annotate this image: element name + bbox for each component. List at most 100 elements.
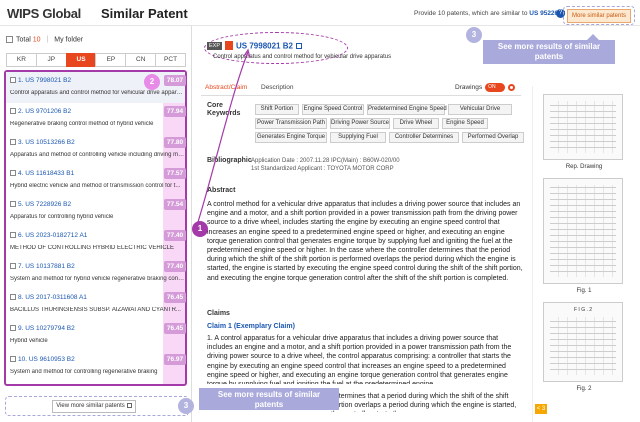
claims-label: Claims [207,310,230,317]
list-item[interactable]: 2. US 9701206 B2 77.94 Regenerative brakin… [6,103,186,134]
keyword-chip[interactable]: Engine Speed [442,118,488,129]
list-item-checkbox[interactable] [10,170,16,177]
tab-jp[interactable]: JP [35,53,66,67]
tab-ep[interactable]: EP [95,53,126,67]
fig-1-thumb[interactable] [543,178,623,284]
callout-3-badge-bottom: 3 [178,398,194,414]
rep-drawing-caption: Rep. Drawing [565,164,603,170]
list-item-number[interactable]: 2. US 9701206 B2 [10,108,71,115]
similarity-score: 77.57 [164,168,186,179]
exp-tag: EXP [207,41,223,50]
tab-cn[interactable]: CN [125,53,156,67]
similarity-score: 77.40 [164,261,186,272]
drawings-toggle[interactable]: ON [485,83,506,92]
list-item[interactable]: 9. US 10279794 B2 76.45 Hybrid vehicle [6,320,186,351]
list-item[interactable]: 4. US 11618433 B1 77.57 Hybrid electric ve… [6,165,186,196]
list-item-checkbox[interactable] [10,356,16,363]
keyword-chip[interactable]: Generates Engine Torque [255,132,327,143]
tab-kr[interactable]: KR [6,53,36,67]
list-item-number[interactable]: 3. US 10513266 B2 [10,139,75,146]
fig-2-caption: Fig. 2 [576,386,592,392]
keyword-chip[interactable]: Vehicular Drive [448,104,512,115]
patent-number-link[interactable]: US 7998021 B2 [236,41,293,50]
list-item-number[interactable]: 8. US 2017-0311608 A1 [10,294,87,301]
list-item-number[interactable]: 9. US 10279794 B2 [10,325,75,332]
provide-text: Provide 10 patents, which are similar to… [414,10,576,17]
list-item-checkbox[interactable] [10,77,16,84]
select-all-checkbox[interactable] [6,36,13,43]
list-item-checkbox[interactable] [10,201,16,208]
list-item-checkbox[interactable] [10,325,16,332]
callout-1-badge: 1 [192,221,208,237]
list-item-number[interactable]: 10. US 9610953 B2 [10,356,75,363]
list-item-number[interactable]: 7. US 10137881 B2 [10,263,75,270]
similarity-score: 76.97 [164,354,186,365]
bibliographic-label: Bibliographic [207,157,252,164]
similarity-score: 77.80 [164,137,186,148]
drawings-prev-button[interactable]: < 3 [535,404,547,414]
keyword-chip[interactable]: Performed Overlap [462,132,524,143]
similarity-score: 76.45 [164,323,186,334]
similarity-score: 77.94 [164,106,186,117]
total-label: Total [16,36,31,44]
list-item-number[interactable]: 1. US 7998021 B2 [10,77,71,84]
list-item-checkbox[interactable] [10,294,16,301]
keyword-chip[interactable]: Drive Wheel [393,118,439,129]
list-item-number[interactable]: 5. US 7228926 B2 [10,201,71,208]
callout-3-box-top: See more results of similar patents [483,34,615,64]
list-item-number[interactable]: 6. US 2023-0182712 A1 [10,232,87,239]
list-item-title: METHOD OF CONTROLLING HYBRID ELECTRIC VE… [10,245,175,251]
fig-1-caption: Fig. 1 [576,288,592,294]
list-item-checkbox[interactable] [10,263,16,270]
keyword-chip[interactable]: Driving Power Source [330,118,390,129]
biblio-line-2: 1st Standardized Applicant : TOYOTA MOTO… [251,166,394,172]
keyword-chip[interactable]: Controller Determines [389,132,459,143]
page-title: Similar Patent [101,6,188,21]
list-item-title: System and method for controlling regene… [10,369,158,375]
keyword-chip[interactable]: Shift Portion [255,104,299,115]
biblio-line-1: Application Date : 2007.11.28 IPC(Main) … [251,158,400,164]
list-item-number[interactable]: 4. US 11618433 B1 [10,170,74,177]
wips-logo: WIPS Global [7,6,81,21]
rep-drawing-thumb[interactable] [543,94,623,160]
total-row: Total 10 | My folder [6,36,83,43]
list-item[interactable]: 5. US 7228926 B2 77.54 Apparatus for contr… [6,196,186,227]
drawings-toggle-row: Drawings ON [455,83,516,92]
list-item-checkbox[interactable] [10,139,16,146]
tab-pct[interactable]: PCT [155,53,186,67]
settings-icon[interactable] [508,84,516,91]
list-item[interactable]: 7. US 10137881 B2 77.40 System and method … [6,258,186,289]
claim-1-text: 1. A control apparatus for a vehicular d… [207,335,512,384]
view-more-similar-button[interactable]: View more similar patents [52,400,136,413]
pdf-icon[interactable] [225,41,234,51]
list-item[interactable]: 6. US 2023-0182712 A1 77.40 METHOD OF CONT… [6,227,186,258]
list-item-checkbox[interactable] [10,108,16,115]
list-item[interactable]: 3. US 10513266 B2 77.80 Apparatus and meth… [6,134,186,165]
callout-3-box-bottom: See more results of similar patents [199,388,339,410]
my-folder-link[interactable]: My folder [54,36,83,43]
provide-prefix: Provide 10 patents, which are similar to [414,10,530,17]
abstract-label: Abstract [207,187,236,194]
patent-header: EXP US 7998021 B2 [207,37,302,55]
tab-description[interactable]: Description [261,84,294,91]
list-item-checkbox[interactable] [10,232,16,239]
keyword-chip[interactable]: Supplying Fuel [330,132,386,143]
tab-us[interactable]: US [65,53,96,67]
external-link-icon [126,402,132,408]
external-link-icon[interactable] [295,42,302,49]
abstract-text: A control method for a vehicular drive a… [207,201,523,282]
keyword-chip[interactable]: Engine Speed Control [302,104,364,115]
list-item-title: Hybrid electric vehicle and method of tr… [10,183,181,189]
list-item[interactable]: 8. US 2017-0311608 A1 76.45 BACILLUS THURI… [6,289,186,320]
list-item-title: Hybrid vehicle [10,338,48,344]
keyword-chip[interactable]: Power Transmission Path [255,118,327,129]
fig-2-thumb[interactable]: F I G . 2 [543,302,623,382]
list-item[interactable]: 10. US 9610953 B2 76.97 System and method … [6,351,186,382]
claim-1-label[interactable]: Claim 1 (Exemplary Claim) [207,323,295,330]
list-item-title: Control apparatus and control method for… [10,90,185,96]
tab-abstract-claim[interactable]: Abstract/Claim [205,84,247,91]
core-keywords-label: Core Keywords [207,102,241,117]
list-item-title: System and method for hybrid vehicle reg… [10,276,185,282]
keyword-chip[interactable]: Predetermined Engine Speed [367,104,447,115]
similar-patent-window: WIPS Global Similar Patent Provide 10 pa… [0,0,640,422]
